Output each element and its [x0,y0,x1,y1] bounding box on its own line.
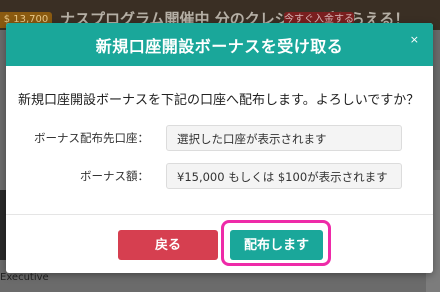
modal-message: 新規口座開設ボーナスを下記の口座へ配布します。よろしいですか？ [18,93,420,108]
back-button[interactable]: 戻る [118,230,218,260]
modal-title: 新規口座開設ボーナスを受け取る [95,36,344,56]
bonus-amount-value: ¥15,000 もしくは $100が表示されます [166,163,402,189]
confirm-button[interactable]: 配布します [230,230,323,260]
modal-header: 新規口座開設ボーナスを受け取る × [6,23,433,66]
account-label: ボーナス配布先口座： [34,131,149,145]
bonus-modal: 新規口座開設ボーナスを受け取る × 新規口座開設ボーナスを下記の口座へ配布します… [6,23,433,273]
background-footer-text: Executive [0,272,49,283]
close-icon[interactable]: × [410,33,419,46]
bonus-amount-label: ボーナス額： [80,169,149,183]
account-value: 選択した口座が表示されます [166,125,402,151]
divider [6,214,433,215]
